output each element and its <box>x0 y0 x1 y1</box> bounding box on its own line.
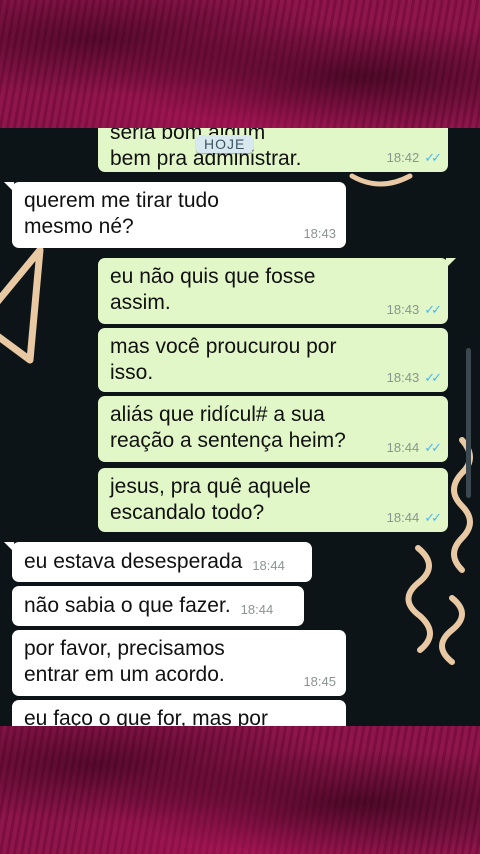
message-time: 18:44 <box>240 602 274 617</box>
message-meta: 18:43 ✓✓ <box>386 370 442 385</box>
message-incoming[interactable]: eu faço o que for, mas por <box>12 700 346 726</box>
double-check-icon: ✓✓ <box>424 510 442 525</box>
message-incoming[interactable]: querem me tirar tudo mesmo né? 18:43 <box>4 182 346 248</box>
message-outgoing[interactable]: aliás que ridícul# a sua reação a senten… <box>98 396 448 462</box>
top-frame-band <box>0 0 480 128</box>
message-outgoing[interactable]: eu não quis que fosse assim. 18:43 ✓✓ <box>98 258 456 324</box>
message-time: 18:43 <box>386 370 420 385</box>
chat-conversation[interactable]: seria bom algum bem pra administrar. 18:… <box>0 128 480 726</box>
message-text: por favor, precisamos entrar em um acord… <box>24 637 225 686</box>
message-time: 18:43 <box>386 302 420 317</box>
message-outgoing[interactable]: seria bom algum bem pra administrar. 18:… <box>98 128 448 172</box>
message-meta: 18:44 ✓✓ <box>386 510 442 525</box>
message-text: eu estava desesperada <box>24 550 243 573</box>
message-text: jesus, pra quê aquele escandalo todo? <box>110 475 311 524</box>
message-incoming[interactable]: eu estava desesperada 18:44 <box>4 542 312 582</box>
message-outgoing[interactable]: jesus, pra quê aquele escandalo todo? 18… <box>98 468 448 532</box>
message-text: eu faço o que for, mas por <box>24 707 268 726</box>
double-check-icon: ✓✓ <box>424 440 442 455</box>
message-text: aliás que ridícul# a sua reação a senten… <box>110 403 346 452</box>
chat-scrollbar[interactable] <box>466 348 471 498</box>
message-meta: 18:42 ✓✓ <box>386 150 442 165</box>
message-text: não sabia o que fazer. <box>24 594 231 617</box>
message-time: 18:44 <box>386 440 420 455</box>
message-time: 18:44 <box>386 510 420 525</box>
double-check-icon: ✓✓ <box>424 302 442 317</box>
message-text: seria bom algum <box>110 128 266 144</box>
double-check-icon: ✓✓ <box>424 150 442 165</box>
message-time: 18:45 <box>303 674 336 689</box>
bottom-frame-band <box>0 726 480 854</box>
message-text: mas você proucurou por isso. <box>110 335 337 384</box>
message-incoming[interactable]: por favor, precisamos entrar em um acord… <box>12 630 346 696</box>
message-time: 18:44 <box>252 558 285 573</box>
message-meta: 18:43 ✓✓ <box>386 302 442 317</box>
message-text: querem me tirar tudo mesmo né? <box>24 189 219 238</box>
date-chip: HOJE <box>196 135 254 153</box>
message-meta: 18:44 ✓✓ <box>386 440 442 455</box>
message-outgoing[interactable]: mas você proucurou por isso. 18:43 ✓✓ <box>98 328 448 392</box>
message-time: 18:42 <box>386 150 420 165</box>
double-check-icon: ✓✓ <box>424 370 442 385</box>
message-time: 18:43 <box>303 226 336 241</box>
message-text: eu não quis que fosse assim. <box>110 265 316 314</box>
message-incoming[interactable]: não sabia o que fazer. 18:44 <box>12 586 304 626</box>
